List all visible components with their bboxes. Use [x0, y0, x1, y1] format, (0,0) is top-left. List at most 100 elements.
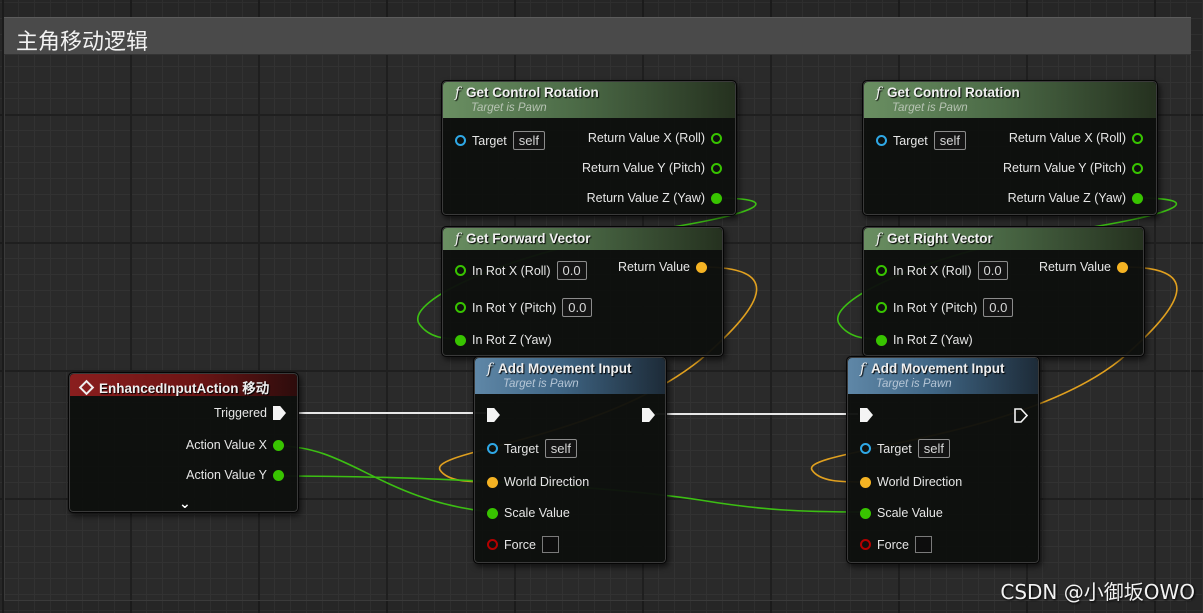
- float-pin-icon[interactable]: [1132, 162, 1143, 174]
- node-enhanced-input-action[interactable]: EnhancedInputAction 移动 Triggered Action …: [68, 372, 299, 513]
- target-value-field[interactable]: self: [917, 439, 950, 458]
- function-icon: f: [455, 231, 460, 247]
- exec-pin-icon[interactable]: [860, 408, 873, 422]
- node-title: Add Movement Input: [871, 361, 1005, 376]
- float-pin-icon[interactable]: [876, 334, 887, 346]
- pin-label: World Direction: [877, 475, 963, 489]
- node-get-control-rotation-2[interactable]: f Get Control Rotation Target is Pawn Tar…: [862, 80, 1158, 216]
- pin-exec-out[interactable]: [642, 408, 655, 422]
- float-pin-icon[interactable]: [487, 507, 498, 519]
- pin-label: Target: [893, 133, 928, 148]
- pin-label: Action Value Y: [186, 468, 267, 482]
- node-title: Get Right Vector: [887, 231, 993, 246]
- pin-exec-out[interactable]: [1014, 408, 1028, 423]
- float-pin-icon[interactable]: [876, 302, 887, 313]
- node-add-movement-input-2[interactable]: f Add Movement Input Target is Pawn Targe…: [846, 356, 1040, 564]
- pin-in-rot-x[interactable]: In Rot X (Roll) 0.0: [876, 261, 1008, 280]
- pin-return-yaw[interactable]: Return Value Z (Yaw): [587, 191, 722, 205]
- target-value-field[interactable]: self: [512, 131, 545, 150]
- object-pin-icon[interactable]: [455, 135, 466, 146]
- pin-return-pitch[interactable]: Return Value Y (Pitch): [582, 161, 722, 175]
- float-pin-icon[interactable]: [711, 132, 722, 144]
- pin-return-roll[interactable]: Return Value X (Roll): [588, 131, 722, 145]
- float-pin-icon[interactable]: [711, 192, 722, 204]
- object-pin-icon[interactable]: [860, 443, 871, 454]
- pin-label: In Rot X (Roll): [893, 263, 972, 278]
- float-pin-icon[interactable]: [860, 507, 871, 519]
- pin-in-rot-y[interactable]: In Rot Y (Pitch) 0.0: [455, 298, 593, 317]
- float-pin-icon[interactable]: [1132, 132, 1143, 144]
- float-pin-icon[interactable]: [876, 265, 887, 276]
- vector-pin-icon[interactable]: [1117, 261, 1128, 273]
- pin-return-pitch[interactable]: Return Value Y (Pitch): [1003, 161, 1143, 175]
- pin-scale-value[interactable]: Scale Value: [487, 506, 570, 520]
- pin-action-value-y[interactable]: Action Value Y: [186, 468, 284, 482]
- node-get-right-vector[interactable]: f Get Right Vector In Rot X (Roll) 0.0 In…: [862, 226, 1145, 357]
- roll-value-field[interactable]: 0.0: [977, 261, 1008, 280]
- exec-pin-icon[interactable]: [273, 406, 286, 420]
- float-pin-icon[interactable]: [455, 302, 466, 313]
- float-pin-icon[interactable]: [455, 334, 466, 346]
- pin-target[interactable]: Target self: [876, 131, 966, 150]
- float-pin-icon[interactable]: [455, 265, 466, 276]
- pin-label: Return Value Z (Yaw): [1007, 191, 1126, 205]
- pin-return-yaw[interactable]: Return Value Z (Yaw): [1008, 191, 1143, 205]
- exec-pin-icon[interactable]: [642, 408, 655, 422]
- force-checkbox[interactable]: [914, 536, 932, 553]
- pin-world-direction[interactable]: World Direction: [860, 475, 962, 489]
- pin-force[interactable]: Force: [860, 536, 932, 553]
- pin-label: Return Value: [617, 260, 690, 274]
- node-title: Get Control Rotation: [466, 85, 599, 100]
- exec-pin-icon[interactable]: [487, 408, 500, 422]
- node-get-forward-vector[interactable]: f Get Forward Vector In Rot X (Roll) 0.0 …: [441, 226, 724, 357]
- node-add-movement-input-1[interactable]: f Add Movement Input Target is Pawn Targe…: [473, 356, 667, 564]
- pin-label: Return Value: [1038, 260, 1111, 274]
- pin-return-value[interactable]: Return Value: [1039, 260, 1128, 274]
- pin-target[interactable]: Target self: [455, 131, 545, 150]
- pitch-value-field[interactable]: 0.0: [562, 298, 593, 317]
- node-header: EnhancedInputAction 移动: [70, 374, 297, 396]
- object-pin-icon[interactable]: [876, 135, 887, 146]
- expand-chevron-icon[interactable]: ⌄: [179, 495, 191, 512]
- pin-exec-in[interactable]: [487, 408, 500, 422]
- pin-action-value-x[interactable]: Action Value X: [186, 438, 284, 452]
- float-pin-icon[interactable]: [711, 162, 722, 174]
- pin-return-roll[interactable]: Return Value X (Roll): [1009, 131, 1143, 145]
- pin-return-value[interactable]: Return Value: [618, 260, 707, 274]
- pin-force[interactable]: Force: [487, 536, 559, 553]
- pin-in-rot-x[interactable]: In Rot X (Roll) 0.0: [455, 261, 587, 280]
- pin-label: Return Value X (Roll): [1008, 131, 1126, 145]
- pin-triggered[interactable]: Triggered: [214, 406, 286, 420]
- force-checkbox[interactable]: [541, 536, 559, 553]
- pin-label: Force: [504, 537, 536, 552]
- vector-pin-icon[interactable]: [860, 476, 871, 488]
- bool-pin-icon[interactable]: [487, 539, 498, 550]
- roll-value-field[interactable]: 0.0: [556, 261, 587, 280]
- exec-pin-hollow-icon[interactable]: [1014, 408, 1028, 423]
- pin-exec-in[interactable]: [860, 408, 873, 422]
- float-pin-icon[interactable]: [1132, 192, 1143, 204]
- node-subtitle: Target is Pawn: [503, 378, 579, 390]
- float-pin-icon[interactable]: [273, 469, 284, 481]
- pin-target[interactable]: Target self: [860, 439, 950, 458]
- pin-target[interactable]: Target self: [487, 439, 577, 458]
- target-value-field[interactable]: self: [544, 439, 577, 458]
- pin-label: Target: [504, 441, 539, 456]
- pin-label: Scale Value: [877, 506, 943, 520]
- vector-pin-icon[interactable]: [487, 476, 498, 488]
- pin-in-rot-z[interactable]: In Rot Z (Yaw): [876, 333, 973, 347]
- bool-pin-icon[interactable]: [860, 539, 871, 550]
- pitch-value-field[interactable]: 0.0: [983, 298, 1014, 317]
- vector-pin-icon[interactable]: [696, 261, 707, 273]
- target-value-field[interactable]: self: [933, 131, 966, 150]
- pin-label: Scale Value: [504, 506, 570, 520]
- pin-world-direction[interactable]: World Direction: [487, 475, 589, 489]
- pin-in-rot-y[interactable]: In Rot Y (Pitch) 0.0: [876, 298, 1014, 317]
- pin-scale-value[interactable]: Scale Value: [860, 506, 943, 520]
- object-pin-icon[interactable]: [487, 443, 498, 454]
- float-pin-icon[interactable]: [273, 439, 284, 451]
- pin-in-rot-z[interactable]: In Rot Z (Yaw): [455, 333, 552, 347]
- comment-box-header[interactable]: 主角移动逻辑: [4, 17, 1191, 55]
- node-get-control-rotation-1[interactable]: f Get Control Rotation Target is Pawn Tar…: [441, 80, 737, 216]
- pin-label: Return Value Y (Pitch): [1003, 161, 1126, 175]
